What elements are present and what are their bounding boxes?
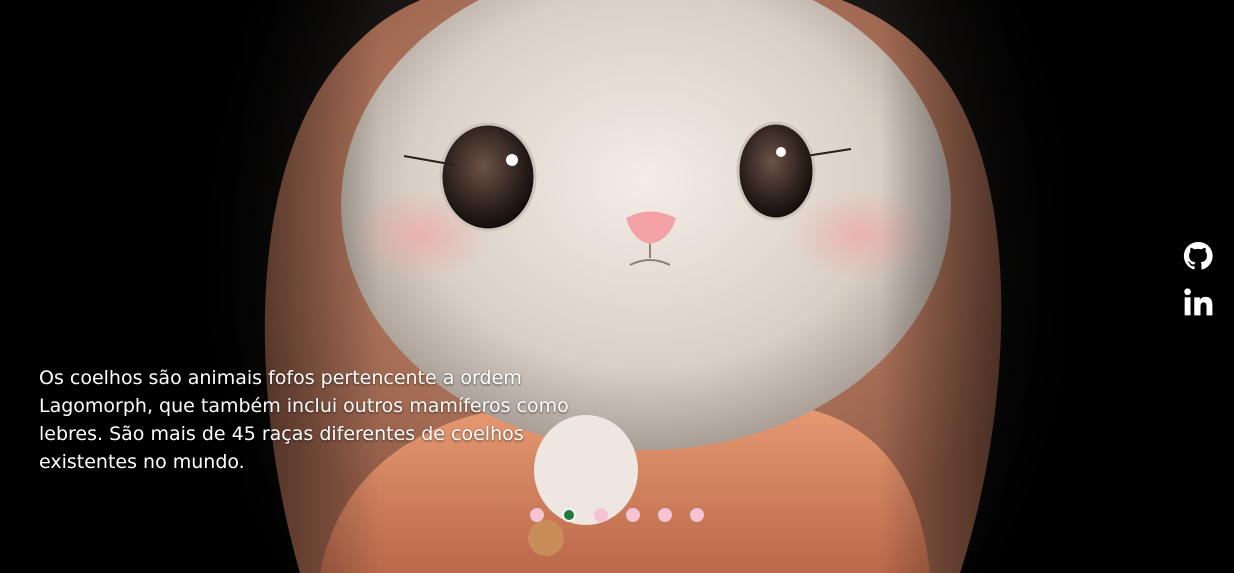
hero-slide bbox=[0, 0, 1234, 573]
bunny-illustration bbox=[264, 0, 1002, 573]
github-link[interactable] bbox=[1182, 240, 1214, 272]
social-links bbox=[1180, 240, 1216, 318]
carousel-dot-3[interactable] bbox=[594, 508, 608, 522]
carousel-dot-2-active[interactable] bbox=[562, 508, 576, 522]
github-icon bbox=[1183, 241, 1213, 270]
carousel-dot-4[interactable] bbox=[626, 508, 640, 522]
carousel-dot-1[interactable] bbox=[530, 508, 544, 522]
carousel-dot-6[interactable] bbox=[690, 508, 704, 522]
linkedin-link[interactable] bbox=[1182, 286, 1214, 318]
carousel-dot-5[interactable] bbox=[658, 508, 672, 522]
linkedin-icon bbox=[1184, 288, 1213, 316]
hero-caption: Os coelhos são animais fofos pertencente… bbox=[39, 367, 569, 473]
carousel-indicators bbox=[530, 508, 704, 522]
